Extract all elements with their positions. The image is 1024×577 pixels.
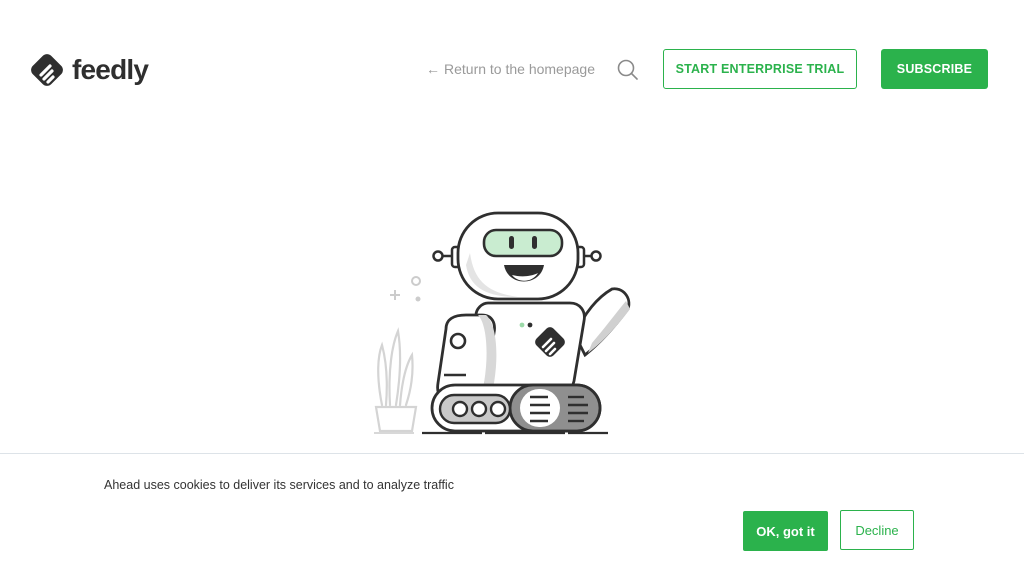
feedly-logo[interactable]: feedly	[28, 52, 149, 88]
logo-wordmark: feedly	[72, 54, 149, 85]
return-homepage-label: Return to the homepage	[444, 61, 595, 77]
search-icon	[617, 59, 638, 80]
feedly-logo-icon	[31, 54, 63, 86]
start-enterprise-trial-button[interactable]: START ENTERPRISE TRIAL	[663, 49, 857, 89]
plant-decoration	[374, 327, 418, 433]
decline-cookies-button[interactable]: Decline	[840, 510, 914, 550]
search-button[interactable]	[616, 58, 640, 82]
site-header: feedly ← Return to the homepage START ENT…	[0, 0, 1024, 140]
arrow-left-icon: ←	[426, 61, 440, 77]
cookie-banner: Ahead uses cookies to deliver its servic…	[0, 453, 1024, 577]
return-homepage-link[interactable]: ← Return to the homepage	[426, 61, 595, 77]
subscribe-button[interactable]: SUBSCRIBE	[881, 49, 988, 89]
cookie-message: Ahead uses cookies to deliver its servic…	[104, 478, 454, 492]
accept-cookies-button[interactable]: OK, got it	[743, 511, 828, 551]
robot-illustration	[370, 205, 640, 445]
